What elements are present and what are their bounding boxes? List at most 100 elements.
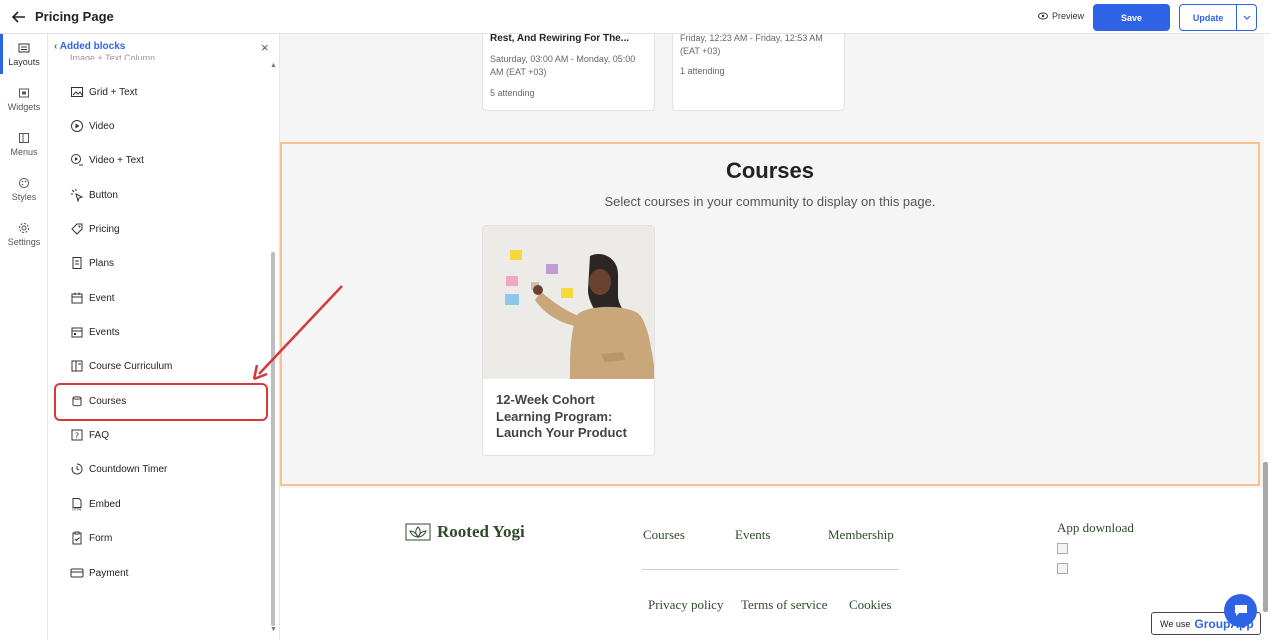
- svg-text:?: ?: [75, 432, 79, 441]
- back-arrow-icon[interactable]: [10, 8, 28, 26]
- panel-scrollbar[interactable]: [271, 252, 275, 626]
- page-title: Pricing Page: [35, 9, 114, 24]
- embed-icon: HTML: [72, 498, 82, 512]
- event-date: Saturday, 03:00 AM - Monday, 05:00 AM (E…: [490, 54, 636, 77]
- courses-section[interactable]: Courses Select courses in your community…: [280, 142, 1260, 486]
- rail-label: Widgets: [7, 102, 41, 112]
- rail-label: Layouts: [8, 57, 40, 67]
- block-item-label: Events: [89, 326, 120, 338]
- page-canvas: Rest, And Rewiring For The... Saturday, …: [280, 34, 1264, 640]
- update-button[interactable]: Update: [1179, 4, 1257, 31]
- block-item-pricing[interactable]: Pricing: [70, 222, 120, 236]
- footer-link-privacy[interactable]: Privacy policy: [648, 597, 723, 613]
- rail-item-layouts[interactable]: Layouts: [0, 42, 48, 67]
- svg-text:HTML: HTML: [72, 508, 82, 512]
- close-icon[interactable]: ×: [261, 40, 269, 55]
- courses-highlight-annotation: [54, 383, 268, 421]
- courses-section-subtitle: Select courses in your community to disp…: [604, 194, 936, 209]
- event-title: Rest, And Rewiring For The...: [490, 34, 630, 44]
- footer-link-cookies[interactable]: Cookies: [849, 597, 892, 613]
- block-item-countdown-timer[interactable]: Countdown Timer: [70, 462, 167, 476]
- app-store-badge-image[interactable]: [1057, 543, 1068, 554]
- event-attending: 5 attending: [490, 88, 535, 98]
- added-blocks-back-link[interactable]: ‹ Added blocks: [54, 41, 125, 52]
- block-item-grid-text[interactable]: Grid + Text: [70, 85, 137, 99]
- preview-label: Preview: [1052, 11, 1085, 21]
- save-button[interactable]: Save: [1093, 4, 1170, 31]
- event-card[interactable]: Friday, 12:23 AM - Friday, 12:53 AM (EAT…: [672, 34, 845, 111]
- rail-item-menus[interactable]: Menus: [0, 132, 48, 157]
- rail-label: Menus: [10, 147, 38, 157]
- block-item-events[interactable]: Events: [70, 325, 120, 339]
- event-attending: 1 attending: [680, 66, 725, 76]
- block-item-label: Payment: [89, 567, 129, 579]
- rail-label: Settings: [7, 237, 41, 247]
- footer-link-membership[interactable]: Membership: [828, 527, 894, 543]
- block-item-label: Event: [89, 292, 115, 304]
- course-curriculum-icon: [71, 360, 83, 372]
- events-icon: [71, 327, 83, 338]
- update-label: Update: [1192, 12, 1224, 23]
- clipped-block-item[interactable]: Image + Text Column: [70, 53, 210, 60]
- page-scrollbar[interactable]: [1263, 462, 1268, 612]
- block-item-course-curriculum[interactable]: Course Curriculum: [70, 359, 172, 373]
- site-footer: Rooted Yogi Courses Events Membership Pr…: [280, 488, 1264, 640]
- lotus-logo-icon: [405, 523, 431, 541]
- block-item-event[interactable]: Event: [70, 291, 115, 305]
- footer-brand-name: Rooted Yogi: [437, 522, 525, 541]
- block-item-label: Pricing: [89, 223, 120, 235]
- footer-link-courses[interactable]: Courses: [643, 527, 685, 543]
- layouts-icon: [18, 43, 30, 53]
- block-item-form[interactable]: Form: [70, 531, 112, 545]
- block-item-payment[interactable]: Payment: [70, 566, 128, 580]
- scroll-up-icon[interactable]: ▲: [270, 62, 277, 69]
- event-date: Friday, 12:23 AM - Friday, 12:53 AM (EAT…: [680, 34, 823, 56]
- course-card[interactable]: 12-Week Cohort Learning Program: Launch …: [482, 225, 655, 456]
- grid-text-icon: [71, 87, 83, 97]
- block-item-button[interactable]: Button: [70, 188, 118, 202]
- we-use-label: We use: [1160, 618, 1191, 629]
- block-item-label: Form: [89, 532, 113, 544]
- widgets-icon: [19, 88, 29, 98]
- block-item-embed[interactable]: HTML Embed: [70, 497, 121, 511]
- video-icon: [71, 120, 83, 132]
- footer-link-terms[interactable]: Terms of service: [741, 597, 827, 613]
- rail-item-settings[interactable]: Settings: [0, 222, 48, 247]
- courses-section-title: Courses: [725, 158, 815, 183]
- block-item-video-text[interactable]: Video + Text: [70, 153, 144, 167]
- play-store-badge-image[interactable]: [1057, 563, 1068, 574]
- footer-brand[interactable]: Rooted Yogi: [405, 522, 525, 542]
- footer-divider: [642, 569, 899, 570]
- panel-header-label: Added blocks: [59, 41, 126, 52]
- countdown-timer-icon: [71, 463, 83, 475]
- chevron-down-icon[interactable]: [1236, 5, 1256, 30]
- faq-icon: ?: [71, 429, 83, 441]
- pricing-icon: [71, 223, 83, 235]
- plans-icon: [72, 257, 82, 269]
- rail-item-styles[interactable]: Styles: [0, 177, 48, 202]
- course-name: 12-Week Cohort Learning Program: Launch …: [496, 392, 627, 440]
- block-item-label: Grid + Text: [89, 86, 138, 98]
- block-item-label: FAQ: [89, 429, 110, 441]
- chat-icon[interactable]: [1224, 594, 1257, 627]
- footer-link-events[interactable]: Events: [735, 527, 770, 543]
- top-bar: Pricing Page Preview Save Update: [0, 0, 1270, 34]
- block-item-video[interactable]: Video: [70, 119, 114, 133]
- rail-label: Styles: [11, 192, 37, 202]
- rail-item-widgets[interactable]: Widgets: [0, 87, 48, 112]
- block-item-label: Plans: [89, 257, 115, 269]
- course-thumbnail-image: [483, 226, 654, 379]
- event-icon: [71, 292, 83, 304]
- payment-icon: [70, 568, 84, 578]
- block-item-label: Course Curriculum: [89, 360, 173, 372]
- blocks-panel: ‹ Added blocks × Image + Text Column Gri…: [48, 34, 280, 640]
- preview-button[interactable]: Preview: [1038, 11, 1084, 21]
- settings-icon: [19, 223, 29, 233]
- event-card[interactable]: Rest, And Rewiring For The... Saturday, …: [482, 34, 655, 111]
- block-item-faq[interactable]: ? FAQ: [70, 428, 109, 442]
- block-item-plans[interactable]: Plans: [70, 256, 114, 270]
- video-text-icon: [71, 154, 83, 166]
- block-item-label: Video: [89, 120, 115, 132]
- block-item-label: Video + Text: [89, 154, 144, 166]
- scroll-down-icon[interactable]: ▼: [270, 626, 277, 633]
